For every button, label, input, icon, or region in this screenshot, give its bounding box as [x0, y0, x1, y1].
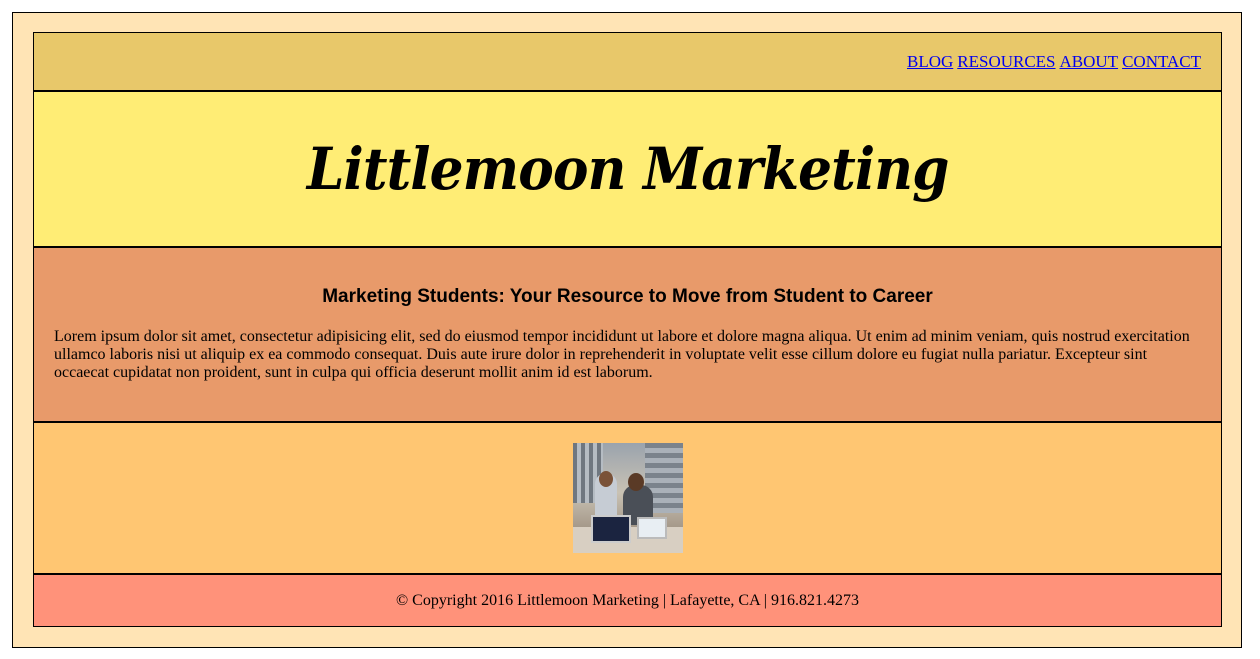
site-title: Littlemoon Marketing [306, 135, 950, 203]
nav-link-resources[interactable]: RESOURCES [957, 52, 1055, 72]
photo-head-woman [598, 471, 613, 487]
nav-link-about[interactable]: ABOUT [1060, 52, 1119, 72]
intro-section: Marketing Students: Your Resource to Mov… [34, 248, 1221, 423]
photo-head-man [627, 473, 644, 491]
intro-heading: Marketing Students: Your Resource to Mov… [322, 286, 933, 307]
masthead: Littlemoon Marketing [34, 92, 1221, 248]
office-photo [572, 443, 683, 553]
photo-laptop-light [636, 517, 667, 539]
footer-text: © Copyright 2016 Littlemoon Marketing | … [396, 591, 859, 609]
nav-link-blog[interactable]: BLOG [907, 52, 953, 72]
intro-body: Lorem ipsum dolor sit amet, consectetur … [54, 328, 1190, 381]
page-footer: © Copyright 2016 Littlemoon Marketing | … [34, 575, 1221, 626]
content-frame: BLOG RESOURCES ABOUT CONTACT Littlemoon … [33, 32, 1222, 627]
top-nav: BLOG RESOURCES ABOUT CONTACT [34, 33, 1221, 92]
photo-laptop-dark [590, 515, 631, 543]
nav-link-contact[interactable]: CONTACT [1122, 52, 1201, 72]
photo-section [34, 423, 1221, 575]
page-container: BLOG RESOURCES ABOUT CONTACT Littlemoon … [12, 12, 1242, 648]
